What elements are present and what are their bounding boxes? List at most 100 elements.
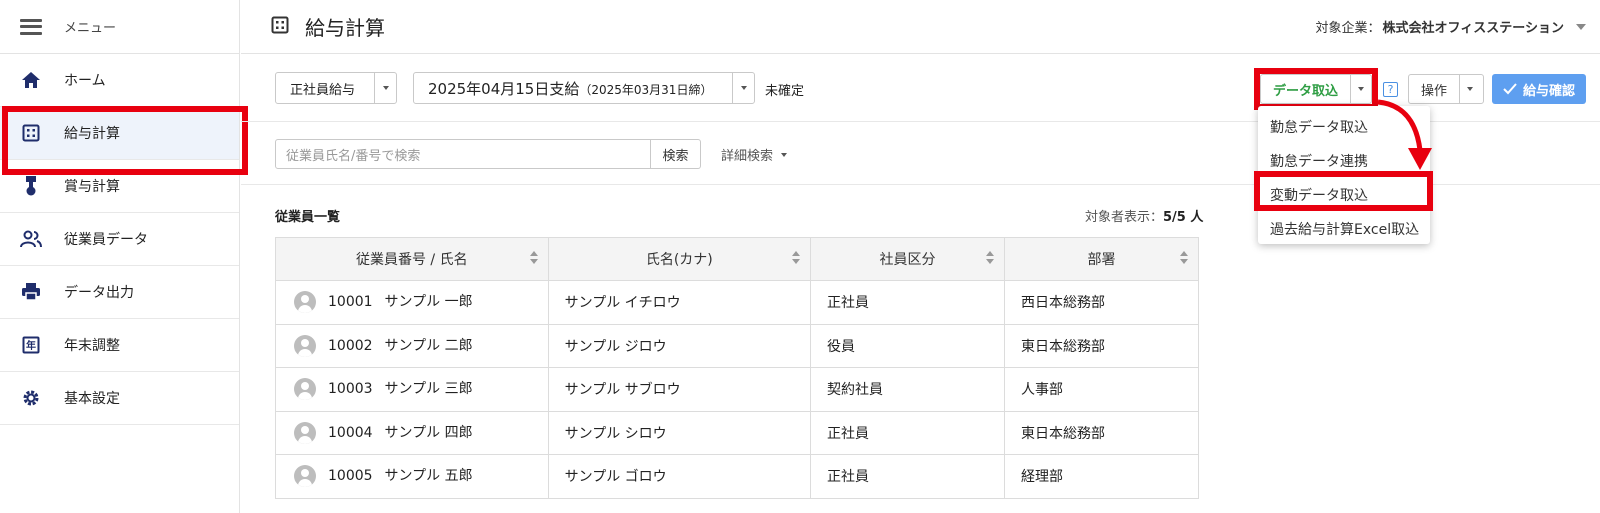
highlight-box [1254, 171, 1433, 211]
chevron-down-icon [781, 152, 788, 157]
chevron-down-icon[interactable] [1576, 23, 1586, 30]
employee-type: 正社員 [810, 410, 1005, 455]
hamburger-icon[interactable] [20, 18, 42, 35]
employee-dept: 東日本総務部 [1003, 323, 1200, 368]
company-name: 株式会社オフィスステーション [1382, 21, 1564, 36]
avatar [294, 334, 316, 357]
confirm-label: 給与確認 [1522, 83, 1575, 99]
year-calendar-icon: 年 [20, 334, 42, 356]
chevron-down-icon[interactable] [732, 73, 754, 103]
sidebar-item-label: 年末調整 [64, 338, 120, 354]
avatar [294, 378, 316, 401]
employee-type: 契約社員 [810, 367, 1005, 412]
search-button[interactable]: 検索 [651, 139, 701, 169]
people-icon [20, 228, 42, 250]
table-row[interactable]: 10001 サンプル 一郎 サンプル イチロウ 正社員 西日本総務部 [275, 280, 1200, 325]
employee-dept: 人事部 [1003, 367, 1200, 412]
menu-label: メニュー [64, 21, 117, 36]
company-label: 対象企業： [1315, 21, 1381, 36]
employee-number: 10002 [328, 337, 373, 354]
chevron-down-icon[interactable] [1459, 75, 1479, 103]
employee-number: 10001 [328, 294, 373, 311]
page-title: 給与計算 [305, 16, 385, 40]
table-row[interactable]: 10003 サンプル 三郎 サンプル サブロウ 契約社員 人事部 [275, 367, 1200, 412]
sidebar-item-data-output[interactable]: データ出力 [0, 266, 239, 319]
employee-type: 正社員 [810, 454, 1005, 499]
employee-type: 正社員 [810, 280, 1005, 325]
sidebar-item-label: 従業員データ [64, 232, 148, 248]
annotation-arrow-icon [1377, 99, 1432, 170]
highlight-box [1254, 68, 1378, 110]
employee-dept: 西日本総務部 [1003, 280, 1200, 325]
employee-name[interactable]: サンプル 二郎 [385, 338, 473, 354]
avatar [294, 421, 316, 444]
payroll-type-value: 正社員給与 [290, 82, 356, 98]
sort-icon[interactable] [529, 251, 538, 264]
employee-list-title: 従業員一覧 [275, 210, 341, 225]
sidebar-item-label: 基本設定 [64, 391, 120, 407]
page-header: 給与計算 対象企業： 株式会社オフィスステーション [241, 0, 1600, 54]
employee-number: 10005 [328, 468, 373, 485]
employee-type: 役員 [810, 323, 1005, 368]
sidebar-item-bonus[interactable]: 賞与計算 [0, 160, 239, 213]
calculator-icon [20, 122, 42, 144]
employee-dept: 東日本総務部 [1003, 410, 1200, 455]
sidebar-item-label: ホーム [64, 73, 106, 89]
status-badge: 未確定 [765, 84, 805, 99]
employee-table: 従業員番号 / 氏名 氏名(カナ) 社員区分 部署 10001 サンプル 一郎 サ… [275, 237, 1200, 499]
calculator-icon [271, 16, 289, 38]
search-input[interactable]: 従業員氏名/番号で検索 [275, 139, 651, 169]
employee-kana: サンプル ゴロウ [547, 454, 812, 499]
advanced-search-toggle[interactable]: 詳細検索 [721, 145, 788, 164]
advanced-search-label: 詳細検索 [721, 149, 774, 164]
employee-name[interactable]: サンプル 四郎 [385, 425, 473, 441]
employee-count: 対象者表示：5/5 人 [1085, 206, 1203, 225]
sidebar-item-label: 給与計算 [64, 126, 120, 142]
avatar [294, 465, 316, 488]
sort-icon[interactable] [1180, 251, 1188, 264]
pay-date-value: 2025年04月15日支給 [428, 79, 580, 98]
help-icon[interactable]: ? [1383, 82, 1398, 97]
sidebar-item-settings[interactable]: 基本設定 [0, 372, 239, 425]
sidebar-item-employees[interactable]: 従業員データ [0, 213, 239, 266]
employee-name[interactable]: サンプル 一郎 [385, 294, 473, 310]
sidebar-item-year-end[interactable]: 年 年末調整 [0, 319, 239, 372]
chevron-down-icon[interactable] [374, 73, 396, 103]
table-row[interactable]: 10005 サンプル 五郎 サンプル ゴロウ 正社員 経理部 [275, 454, 1200, 499]
column-header[interactable]: 氏名(カナ) [547, 237, 812, 281]
sidebar-item-payroll[interactable]: 給与計算 [0, 106, 248, 175]
company-selector[interactable]: 対象企業： 株式会社オフィスステーション [1315, 17, 1586, 36]
count-label: 対象者表示： [1085, 210, 1164, 225]
check-icon [1503, 83, 1517, 95]
table-row[interactable]: 10004 サンプル 四郎 サンプル シロウ 正社員 東日本総務部 [275, 410, 1200, 455]
home-icon [20, 69, 42, 91]
payroll-confirm-button[interactable]: 給与確認 [1492, 74, 1586, 104]
column-header[interactable]: 従業員番号 / 氏名 [275, 237, 549, 281]
employee-name[interactable]: サンプル 五郎 [385, 468, 473, 484]
employee-kana: サンプル サブロウ [547, 367, 812, 412]
pay-date-select[interactable]: 2025年04月15日支給（2025年03月31日締） [413, 72, 755, 104]
employee-kana: サンプル シロウ [547, 410, 812, 455]
menu-item-excel-import[interactable]: 過去給与計算Excel取込 [1258, 212, 1430, 246]
printer-icon [20, 281, 42, 303]
medal-icon [20, 175, 42, 197]
sort-icon[interactable] [985, 251, 994, 264]
column-header[interactable]: 社員区分 [810, 237, 1005, 281]
count-value: 5/5 人 [1163, 210, 1204, 225]
closing-date-value: （2025年03月31日締） [579, 82, 713, 97]
sort-icon[interactable] [792, 251, 800, 264]
sidebar-item-label: 賞与計算 [64, 179, 120, 195]
table-row[interactable]: 10002 サンプル 二郎 サンプル ジロウ 役員 東日本総務部 [275, 323, 1200, 368]
employee-dept: 経理部 [1003, 454, 1200, 499]
svg-text:年: 年 [26, 339, 36, 352]
employee-kana: サンプル ジロウ [547, 323, 812, 368]
employee-number: 10004 [328, 424, 373, 441]
gear-icon [20, 387, 42, 409]
column-header[interactable]: 部署 [1003, 237, 1200, 281]
sidebar-item-home[interactable]: ホーム [0, 54, 239, 107]
employee-name[interactable]: サンプル 三郎 [385, 381, 473, 397]
menu-toggle[interactable]: メニュー [0, 0, 239, 54]
sidebar: メニュー ホーム 給与計算 賞与計算 従業員データ データ出力 年 年末調整 基… [0, 0, 248, 513]
payroll-type-select[interactable]: 正社員給与 [275, 72, 397, 104]
employee-number: 10003 [328, 381, 373, 398]
